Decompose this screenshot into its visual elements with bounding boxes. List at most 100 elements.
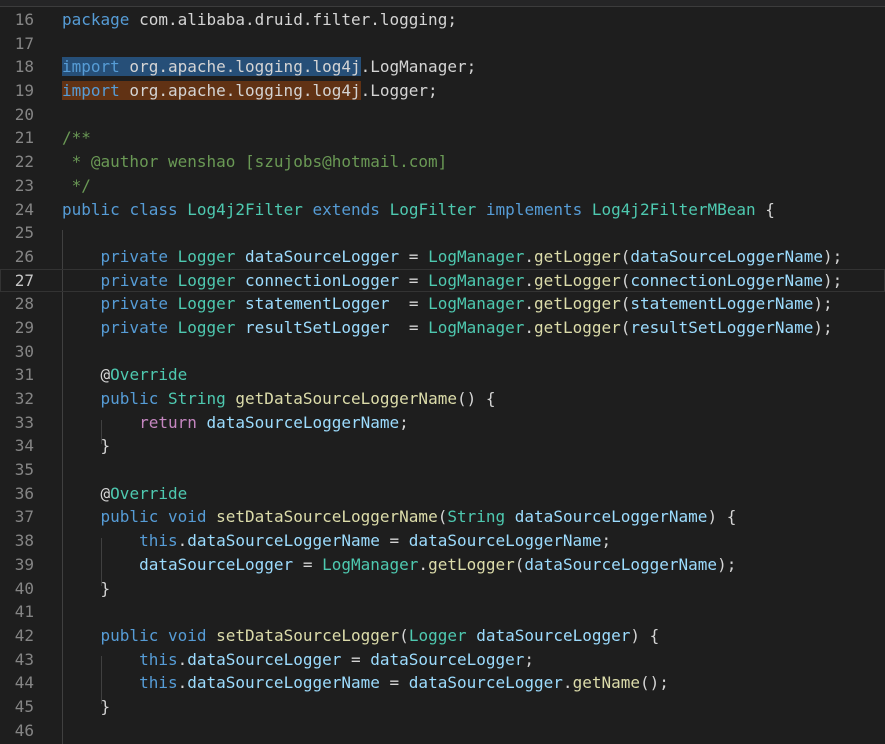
line-text[interactable]: public void setDataSourceLoggerName(Stri… xyxy=(62,505,737,529)
line-number: 42 xyxy=(14,625,34,645)
code-token: ) { xyxy=(630,625,660,645)
code-line[interactable]: 36 @Override xyxy=(0,482,885,506)
code-line[interactable]: 43 this.dataSourceLogger = dataSourceLog… xyxy=(0,648,885,672)
line-text[interactable]: import org.apache.logging.log4j.LogManag… xyxy=(62,55,476,79)
line-number: 18 xyxy=(14,57,34,77)
line-text[interactable]: import org.apache.logging.log4j.Logger; xyxy=(62,79,438,103)
code-line[interactable]: 20 xyxy=(0,103,885,127)
code-token: dataSourceLoggerName xyxy=(408,531,602,551)
code-token: dataSourceLoggerName xyxy=(206,412,400,432)
line-number: 16 xyxy=(14,10,34,29)
code-line[interactable]: 40 } xyxy=(0,577,885,601)
code-token: { xyxy=(755,199,775,219)
line-text[interactable]: public class Log4j2Filter extends LogFil… xyxy=(62,198,775,222)
line-text[interactable]: this.dataSourceLoggerName = dataSourceLo… xyxy=(62,671,669,695)
code-line[interactable]: 45 } xyxy=(0,695,885,719)
code-line[interactable]: 16 package com.alibaba.druid.filter.loggi… xyxy=(0,8,885,32)
line-text[interactable]: } xyxy=(62,577,111,601)
line-text[interactable]: private Logger statementLogger = LogMana… xyxy=(62,292,833,316)
code-editor[interactable]: 16 package com.alibaba.druid.filter.loggi… xyxy=(0,0,885,744)
code-token: () { xyxy=(456,389,496,408)
code-token: ); xyxy=(823,246,843,266)
line-text[interactable]: this.dataSourceLogger = dataSourceLogger… xyxy=(62,648,534,672)
code-line[interactable]: 29 private Logger resultSetLogger = LogM… xyxy=(0,316,885,340)
code-token: . xyxy=(524,317,535,337)
code-line[interactable]: 39 dataSourceLogger = LogManager.getLogg… xyxy=(0,553,885,577)
code-area[interactable]: 16 package com.alibaba.druid.filter.loggi… xyxy=(0,8,885,742)
line-text[interactable]: @Override xyxy=(62,363,188,387)
code-line[interactable]: 22 * @author wenshao [szujobs@hotmail.co… xyxy=(0,150,885,174)
code-line[interactable]: 17 xyxy=(0,32,885,56)
code-token: getLogger xyxy=(534,294,621,314)
code-token: dataSourceLoggerName xyxy=(187,673,380,693)
code-line[interactable]: 34 } xyxy=(0,434,885,458)
line-text[interactable]: public void setDataSourceLogger(Logger d… xyxy=(62,624,660,648)
code-token: = xyxy=(399,246,429,266)
code-line[interactable]: 25 xyxy=(0,221,885,245)
code-line[interactable]: 30 xyxy=(0,340,885,364)
line-text[interactable]: return dataSourceLoggerName; xyxy=(62,411,409,435)
code-line[interactable]: 46 xyxy=(0,719,885,743)
code-line[interactable]: 31 @Override xyxy=(0,363,885,387)
code-line[interactable]: 28 private Logger statementLogger = LogM… xyxy=(0,292,885,316)
line-text[interactable]: @Override xyxy=(62,482,188,506)
line-number: 35 xyxy=(14,460,34,480)
code-line[interactable]: 41 xyxy=(0,600,885,624)
code-token: = xyxy=(293,554,323,574)
code-line[interactable]: 18 import org.apache.logging.log4j.LogMan… xyxy=(0,55,885,79)
code-line[interactable]: 37 public void setDataSourceLoggerName(S… xyxy=(0,505,885,529)
line-text[interactable]: private Logger connectionLogger = LogMan… xyxy=(62,269,843,293)
line-number: 24 xyxy=(14,199,34,219)
line-text[interactable]: private Logger dataSourceLogger = LogMan… xyxy=(62,245,843,269)
code-line[interactable]: 26 private Logger dataSourceLogger = Log… xyxy=(0,245,885,269)
code-token: return xyxy=(139,412,197,432)
line-number: 41 xyxy=(14,602,34,622)
line-number: 21 xyxy=(14,128,34,148)
code-token: Log4j2FilterMBean xyxy=(591,199,756,219)
code-line[interactable]: 24 public class Log4j2Filter extends LogF… xyxy=(0,198,885,222)
line-text[interactable]: /** xyxy=(62,126,91,150)
code-line[interactable]: 19 import org.apache.logging.log4j.Logger… xyxy=(0,79,885,103)
code-line[interactable]: 35 xyxy=(0,458,885,482)
line-text[interactable]: package com.alibaba.druid.filter.logging… xyxy=(62,8,457,32)
code-token: statementLoggerName xyxy=(630,294,814,314)
code-token: . xyxy=(524,270,535,290)
code-line[interactable]: 32 public String getDataSourceLoggerName… xyxy=(0,387,885,411)
code-token: ( xyxy=(620,294,631,314)
code-token: .LogManager; xyxy=(360,57,477,77)
line-text[interactable]: public String getDataSourceLoggerName() … xyxy=(62,387,496,411)
line-number: 27 xyxy=(14,270,34,290)
code-line[interactable]: 33 return dataSourceLoggerName; xyxy=(0,411,885,435)
line-number: 19 xyxy=(14,81,34,101)
code-line[interactable]: 44 this.dataSourceLoggerName = dataSourc… xyxy=(0,671,885,695)
line-text[interactable]: * @author wenshao [szujobs@hotmail.com] xyxy=(62,150,448,174)
code-token: extends xyxy=(312,199,380,219)
line-text[interactable]: dataSourceLogger = LogManager.getLogger(… xyxy=(62,553,736,577)
line-number: 32 xyxy=(14,389,34,408)
code-token: ( xyxy=(620,246,631,266)
code-token: . xyxy=(418,554,429,574)
code-line[interactable]: 27 private Logger connectionLogger = Log… xyxy=(0,268,885,293)
code-line[interactable]: 38 this.dataSourceLoggerName = dataSourc… xyxy=(0,529,885,553)
line-text[interactable]: } xyxy=(62,434,111,458)
line-text[interactable]: */ xyxy=(62,174,91,198)
code-token: dataSourceLogger xyxy=(187,649,342,669)
line-text[interactable]: private Logger resultSetLogger = LogMana… xyxy=(62,316,833,340)
code-line[interactable]: 21 /** xyxy=(0,126,885,150)
line-number: 38 xyxy=(14,531,34,551)
line-text[interactable]: this.dataSourceLoggerName = dataSourceLo… xyxy=(62,529,611,553)
line-text[interactable]: } xyxy=(62,695,111,719)
code-token: String xyxy=(167,389,226,408)
code-token: ) { xyxy=(707,507,737,527)
code-line[interactable]: 42 public void setDataSourceLogger(Logge… xyxy=(0,624,885,648)
code-line[interactable]: 23 */ xyxy=(0,174,885,198)
code-token: Logger xyxy=(408,625,467,645)
